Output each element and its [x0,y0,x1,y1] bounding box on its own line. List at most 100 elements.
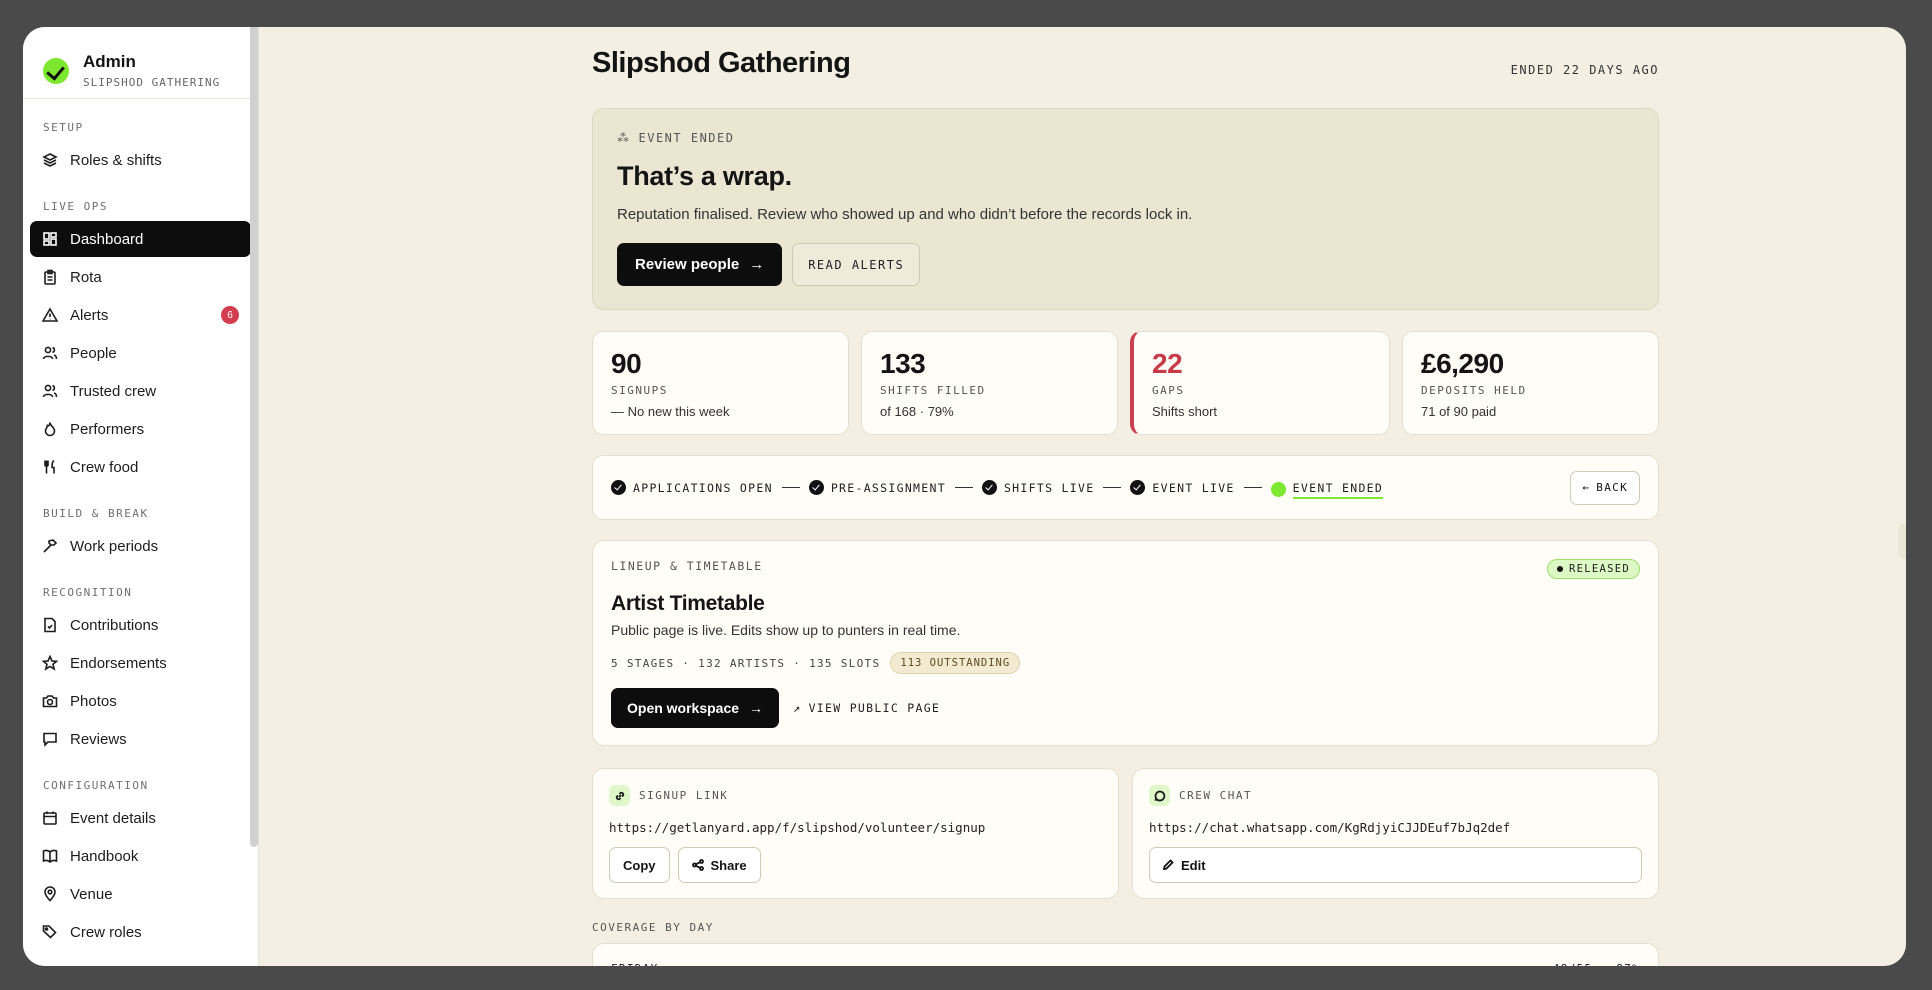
copy-button[interactable]: Copy [609,847,670,883]
open-workspace-button[interactable]: Open workspace → [611,688,780,728]
arrow-right-icon: → [749,256,765,273]
stat-label: SIGNUPS [611,384,668,397]
lineup-card: LINEUP & TIMETABLE RELEASED Artist Timet… [592,540,1659,746]
section-configuration: CONFIGURATION [43,779,149,792]
sidebar-item-trusted-crew[interactable]: Trusted crew [30,373,251,409]
check-logo-icon [43,57,69,84]
message-icon [42,731,58,747]
side-panel-handle[interactable] [1898,523,1906,559]
card-label: SIGNUP LINK [639,789,729,802]
button-label: Share [710,857,747,873]
button-label: Edit [1181,857,1206,873]
sidebar-item-handbook[interactable]: Handbook [30,838,251,874]
sidebar-item-crew-food[interactable]: Crew food [30,449,251,485]
check-circle-icon [981,480,997,495]
stat-value: 22 [1152,348,1183,379]
grid-icon [42,231,58,247]
sidebar-item-dashboard[interactable]: Dashboard [30,221,251,257]
sidebar-item-rota[interactable]: Rota [30,259,251,295]
sidebar-item-label: Performers [70,420,145,438]
stat-card-deposits[interactable]: £6,290 DEPOSITS HELD 71 of 90 paid [1402,331,1659,435]
sidebar-item-label: Trusted crew [70,382,157,400]
button-label: Open workspace [627,700,740,716]
brand-subtitle: SLIPSHOD GATHERING [83,76,221,89]
step-label: APPLICATIONS OPEN [633,480,773,495]
sidebar-item-performers[interactable]: Performers [30,411,251,447]
utensils-icon [42,459,58,475]
badge-label: RELEASED [1569,563,1630,575]
hero-tag: ⁂ EVENT ENDED [617,131,1634,145]
sidebar-item-venue[interactable]: Venue [30,876,251,912]
step-pre-assignment: PRE-ASSIGNMENT [808,480,946,495]
camera-icon [42,693,58,709]
chat-bubble-icon [1149,785,1170,806]
back-button[interactable]: ← BACK [1570,470,1640,505]
link-label: VIEW PUBLIC PAGE [808,701,941,715]
stat-card-signups[interactable]: 90 SIGNUPS — No new this week [592,331,849,435]
check-circle-icon [1130,480,1146,495]
tags-icon [42,924,58,940]
signup-link-card: SIGNUP LINK https://getlanyard.app/f/sli… [592,768,1119,899]
sidebar-item-contributions[interactable]: Contributions [30,607,251,643]
check-circle-icon [808,480,824,495]
file-check-icon [42,617,58,633]
stat-label: GAPS [1152,384,1185,397]
section-recognition: RECOGNITION [43,586,133,599]
sidebar-item-label: Photos [70,692,117,710]
stat-card-gaps[interactable]: 22 GAPS Shifts short [1130,331,1390,435]
sidebar-scrollbar[interactable] [250,27,258,847]
event-ended-banner: ⁂ EVENT ENDED That’s a wrap. Reputation … [592,108,1659,310]
link-icon [609,785,630,806]
lineup-description: Public page is live. Edits show up to pu… [611,622,961,638]
share-icon [691,859,704,871]
share-button[interactable]: Share [677,847,761,883]
step-connector [781,486,800,489]
lineup-title: Artist Timetable [611,592,765,615]
button-label: Review people [635,256,740,273]
calendar-icon [42,810,58,826]
step-label: SHIFTS LIVE [1003,480,1095,495]
coverage-section-title: COVERAGE BY DAY [592,921,714,934]
coverage-card: FRIDAY 48/55 · 87% [592,943,1659,966]
sidebar-item-alerts[interactable]: Alerts 6 [30,297,251,333]
step-event-live: EVENT LIVE [1130,480,1234,495]
lineup-stats: 5 STAGES · 132 ARTISTS · 135 SLOTS [611,656,881,670]
sidebar-item-reviews[interactable]: Reviews [30,721,251,757]
external-link-icon: ↗ [793,701,802,715]
sidebar-item-label: People [70,344,117,362]
sidebar-item-crew-roles[interactable]: Crew roles [30,914,251,950]
arrow-left-icon: ← [1582,481,1591,494]
flame-icon [42,421,58,437]
book-icon [42,848,58,864]
stat-subtext: of 168 · 79% [880,404,954,419]
main-content: Slipshod Gathering ENDED 22 DAYS AGO ⁂ E… [259,27,1906,966]
sidebar-item-label: Alerts [70,306,109,324]
status-dot-icon [1557,566,1564,572]
sidebar-item-photos[interactable]: Photos [30,683,251,719]
sidebar-item-roles-shifts[interactable]: Roles & shifts [30,142,251,178]
edit-chat-button[interactable]: Edit [1149,847,1642,883]
step-connector [1243,486,1262,489]
review-people-button[interactable]: Review people → [617,243,783,286]
star-icon [42,655,58,671]
sidebar-item-event-details[interactable]: Event details [30,800,251,836]
view-public-page-link[interactable]: ↗ VIEW PUBLIC PAGE [793,701,940,715]
stat-value: £6,290 [1421,348,1504,379]
section-setup: SETUP [43,121,84,134]
read-alerts-button[interactable]: READ ALERTS [792,243,921,286]
card-label: CREW CHAT [1179,789,1253,802]
stats-row: 90 SIGNUPS — No new this week 133 SHIFTS… [592,331,1659,435]
step-connector [1103,486,1122,489]
section-live-ops: LIVE OPS [43,200,108,213]
sidebar-item-people[interactable]: People [30,335,251,371]
step-label: PRE-ASSIGNMENT [830,480,946,495]
sidebar-item-work-periods[interactable]: Work periods [30,528,251,564]
stat-label: SHIFTS FILLED [880,384,986,397]
step-event-ended: EVENT ENDED [1270,477,1384,499]
stat-card-shifts-filled[interactable]: 133 SHIFTS FILLED of 168 · 79% [861,331,1118,435]
arrow-right-icon: → [749,700,764,716]
sidebar-item-label: Reviews [70,730,127,748]
step-applications-open: APPLICATIONS OPEN [611,480,773,495]
event-phase-stepper: APPLICATIONS OPEN PRE-ASSIGNMENT SHIFTS … [592,455,1659,520]
sidebar-item-endorsements[interactable]: Endorsements [30,645,251,681]
